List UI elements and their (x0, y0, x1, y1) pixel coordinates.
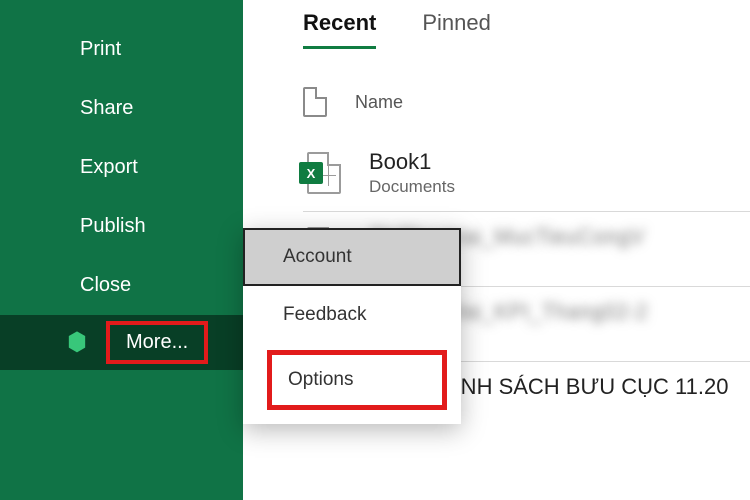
tabs: Recent Pinned (303, 10, 750, 53)
annotation-more-highlight: More... (106, 321, 208, 364)
sidebar-item-close[interactable]: Close (0, 256, 243, 315)
tab-pinned[interactable]: Pinned (422, 10, 491, 49)
excel-file-icon: X (303, 152, 345, 194)
column-name: Name (355, 92, 403, 113)
backstage-sidebar: Print Share Export Publish Close More... (0, 0, 243, 500)
sidebar-item-share[interactable]: Share (0, 79, 243, 138)
flyout-item-options[interactable]: Options (267, 350, 447, 410)
sidebar-item-more[interactable]: More... (0, 315, 243, 370)
file-name: Book1 (369, 149, 455, 175)
file-row[interactable]: X Book1 Documents (303, 137, 750, 212)
tab-recent[interactable]: Recent (303, 10, 376, 49)
annotation-options-highlight: Options (267, 350, 447, 410)
sidebar-item-export[interactable]: Export (0, 138, 243, 197)
document-icon (303, 87, 327, 117)
app-logo-icon (60, 326, 94, 360)
sidebar-more-label: More... (126, 331, 188, 353)
flyout-item-feedback[interactable]: Feedback (243, 286, 461, 344)
sidebar-item-print[interactable]: Print (0, 20, 243, 79)
file-location: Documents (369, 177, 455, 197)
list-header: Name (303, 87, 750, 117)
more-flyout-menu: Account Feedback Options (243, 228, 461, 424)
sidebar-item-publish[interactable]: Publish (0, 197, 243, 256)
flyout-item-account[interactable]: Account (243, 228, 461, 286)
